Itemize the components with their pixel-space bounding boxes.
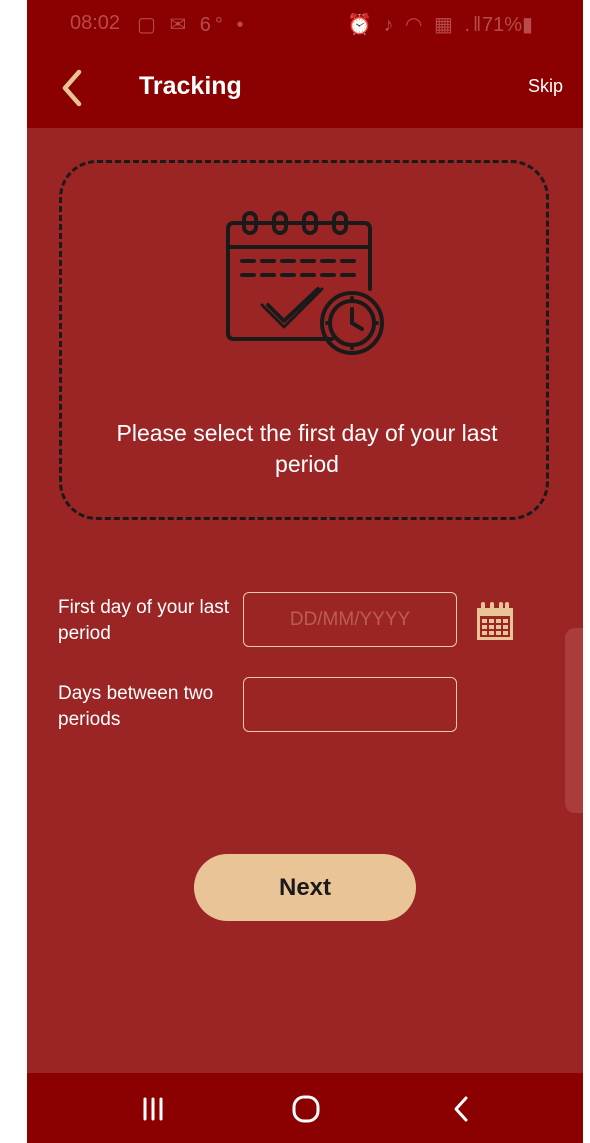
next-button[interactable]: Next [194,854,416,921]
skip-button[interactable]: Skip [528,76,563,97]
page-title: Tracking [139,72,242,100]
status-notification-icons: ▢ ✉ 6° • [137,14,248,36]
scroll-indicator[interactable] [565,628,583,813]
info-card: Please select the first day of your last… [59,160,549,520]
recents-icon [143,1097,163,1121]
battery-indicator: 71%▮ [482,14,534,36]
app-screen: 08:02 ▢ ✉ 6° • ⏰ ♪ ◠ ▦ .‖ 71%▮ Tracking … [27,0,583,1143]
back-icon [454,1096,468,1122]
first-day-label: First day of your last period [58,597,230,644]
status-time: 08:02 [70,12,121,34]
home-button[interactable] [286,1091,326,1127]
instruction-text: Please select the first day of your last… [116,420,498,477]
nav-back-button[interactable] [442,1091,482,1127]
navigation-bar [27,1073,583,1143]
home-icon [292,1095,320,1123]
days-between-label: Days between two periods [58,683,214,730]
calendar-check-clock-icon [226,211,384,355]
first-day-input[interactable] [243,592,457,647]
calendar-icon [477,602,513,640]
status-system-icons: ⏰ ♪ ◠ ▦ .‖ [347,14,485,36]
date-picker-button[interactable] [475,600,515,642]
chevron-left-icon [62,69,82,107]
status-bar: 08:02 ▢ ✉ 6° • ⏰ ♪ ◠ ▦ .‖ 71%▮ [27,0,583,48]
recents-button[interactable] [133,1091,173,1127]
days-between-input[interactable] [243,677,457,732]
back-button[interactable] [55,66,91,110]
app-bar: Tracking Skip [27,48,583,128]
